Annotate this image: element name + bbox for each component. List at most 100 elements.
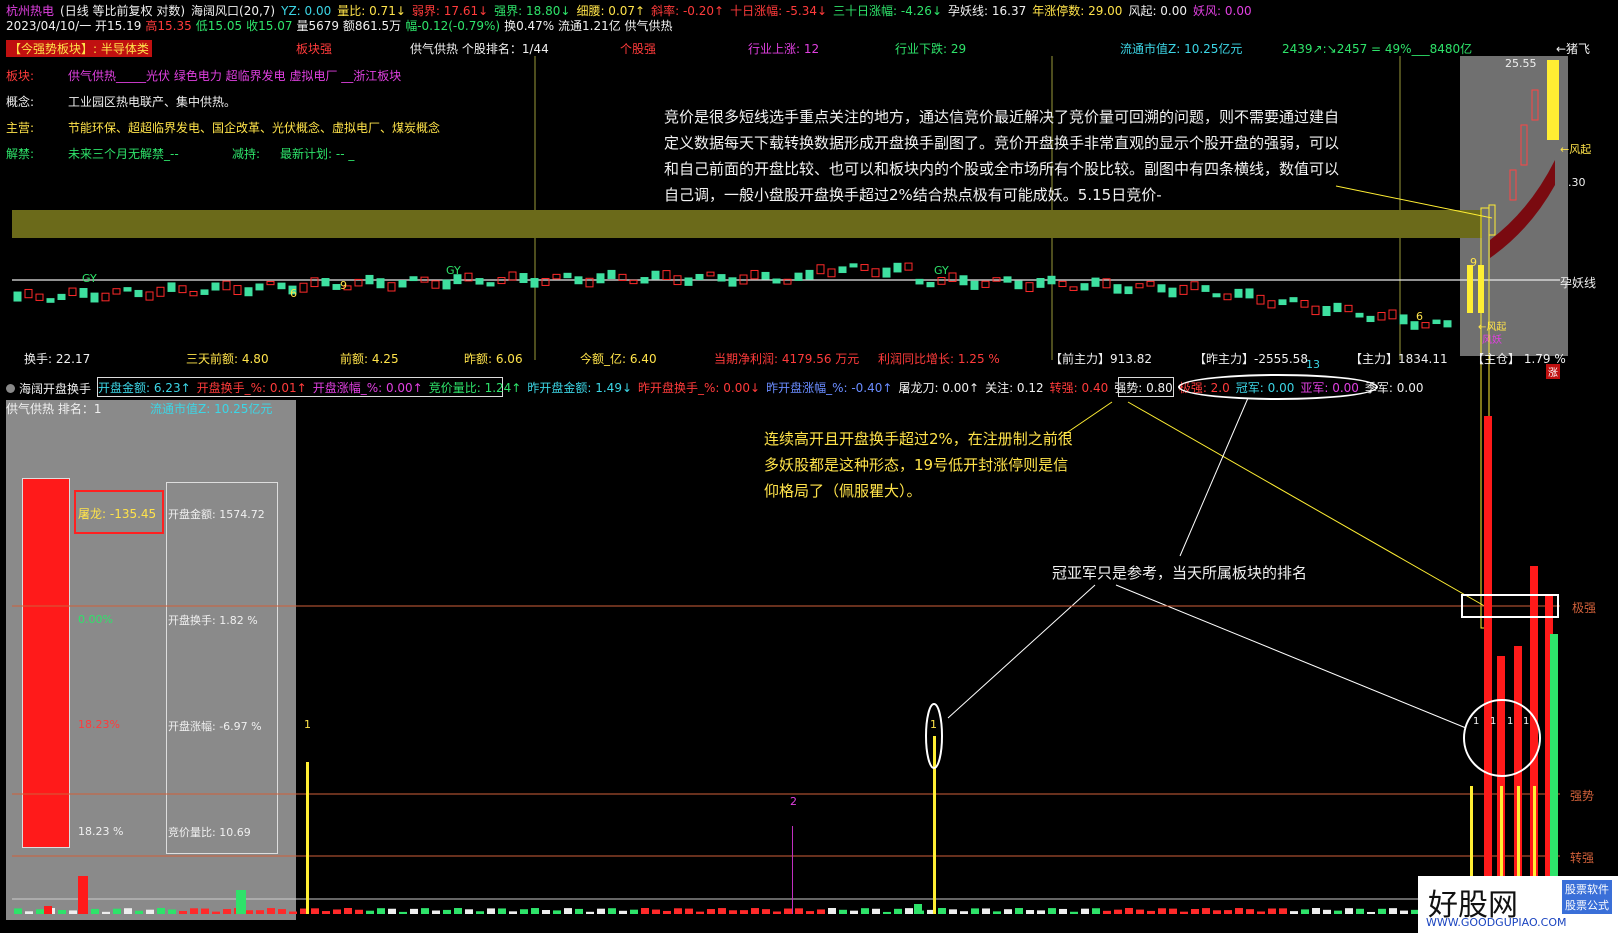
site-logo[interactable]: 好股网 股票软件 股票公式 WWW.GOODGUPIAO.COM	[1418, 876, 1618, 933]
sub-bar	[674, 908, 682, 914]
sub-mark: 1	[1473, 716, 1480, 727]
sub-bar	[652, 909, 660, 914]
sub-bar	[641, 908, 649, 914]
sub-bar	[1026, 910, 1034, 914]
sub-bar	[872, 908, 880, 914]
sub-bar	[245, 910, 253, 914]
sub-bar	[1378, 908, 1386, 914]
spike-bar	[1484, 416, 1492, 914]
sub-bar	[696, 911, 704, 914]
sub-bar	[938, 908, 946, 914]
sub-bar	[1070, 911, 1078, 914]
sub-bar	[718, 908, 726, 914]
sub-bar	[168, 909, 176, 914]
sub-header-item: 开盘涨幅_%: 0.00↑	[312, 381, 423, 395]
circle-icon	[6, 384, 15, 393]
sub-bar	[410, 908, 418, 914]
sub-bar	[355, 909, 363, 914]
sub-bar	[1136, 909, 1144, 914]
sub-bar	[850, 910, 858, 914]
sub-bar	[1202, 908, 1210, 914]
sub-bar	[1323, 909, 1331, 914]
sub-bar	[236, 890, 246, 914]
sub-bar	[960, 911, 968, 914]
sub-bar	[113, 908, 121, 914]
stat-item: 三天前额: 4.80	[186, 352, 269, 366]
sub-bar	[311, 908, 319, 914]
sub-bar	[14, 908, 22, 914]
sub-bar	[1279, 908, 1287, 914]
sub-bar	[1389, 908, 1397, 914]
sub-bar	[333, 909, 341, 914]
sub-bar	[828, 908, 836, 914]
sub-bar	[1125, 908, 1133, 914]
sub-bar	[1345, 908, 1353, 914]
sub-bar	[1235, 908, 1243, 914]
sub-bar	[630, 909, 638, 914]
sub-bar	[707, 909, 715, 914]
spike-bar	[792, 826, 793, 914]
sub-header-item: 开盘金额: 6.23↑	[98, 381, 191, 395]
stat-item: 利润同比增长: 1.25 %	[878, 352, 1000, 366]
sub-bar	[1268, 908, 1276, 914]
sub-bar	[487, 908, 495, 914]
sub-bar	[432, 910, 440, 914]
sub-bar	[729, 910, 737, 914]
sub-mark: 1	[930, 718, 937, 731]
sub-bar	[685, 908, 693, 914]
sub-bar	[542, 910, 550, 914]
sub-bar	[289, 911, 297, 914]
sub-bar	[839, 909, 847, 914]
sub-bar	[1334, 910, 1342, 914]
annotation-ranking: 冠亚军只是参考，当天所属板块的排名	[1052, 564, 1308, 582]
sub-bar	[179, 910, 187, 914]
sub-bar	[146, 909, 154, 914]
sub-bar	[212, 911, 220, 914]
annotation-pattern: 连续高开且开盘换手超过2%，在注册制之前很多妖股都是这种形态，19号低开封涨停则…	[764, 430, 1073, 500]
sub-bar	[1301, 909, 1309, 914]
sub-bar	[388, 908, 396, 914]
stat-item: 【主力】1834.11	[1350, 352, 1448, 366]
sub-bar	[223, 909, 231, 914]
sub-bar	[795, 908, 803, 914]
sub-bar	[1092, 908, 1100, 914]
stat-item: 当期净利润: 4179.56 万元	[714, 352, 860, 366]
turn-label: 转强	[1570, 851, 1595, 865]
sub-bar	[619, 910, 627, 914]
sub-title-text: 海阔开盘换手	[19, 382, 92, 396]
sub-chart-title[interactable]: 海阔开盘换手	[6, 380, 91, 397]
sub-bar	[751, 908, 759, 914]
sub-bar	[914, 904, 922, 914]
extreme-label: 极强	[1572, 601, 1597, 615]
sub-bar	[476, 911, 484, 914]
sub-bar	[1059, 908, 1067, 914]
sub-bar	[1081, 908, 1089, 914]
sub-bar	[1169, 908, 1177, 914]
sub-bar	[1312, 908, 1320, 914]
sub-bar	[1048, 908, 1056, 914]
logo-tag-formula: 股票公式	[1562, 896, 1612, 914]
sub-header-item: 开盘换手_%: 0.01↑	[196, 381, 307, 395]
sub-mark: 1	[1490, 716, 1497, 727]
sub-bar	[44, 906, 52, 914]
sub-bar	[993, 911, 1001, 914]
sub-bar	[883, 911, 891, 914]
sub-bar	[58, 909, 66, 914]
sub-bar	[78, 876, 88, 914]
sub-bar	[201, 908, 209, 914]
sub-bar	[1015, 908, 1023, 914]
sub-bar	[586, 911, 594, 914]
spike-bar	[306, 762, 309, 914]
sub-bar	[190, 908, 198, 914]
sub-bar	[1290, 911, 1298, 914]
sub-bar	[509, 911, 517, 914]
sub-header-item: 屠龙刀: 0.00↑	[898, 381, 980, 395]
sub-bar	[663, 910, 671, 914]
stat-item: 前额: 4.25	[340, 352, 399, 366]
sub-bar	[91, 908, 99, 914]
sub-mark: 1	[1507, 716, 1514, 727]
sub-header-item: 竞价量比: 1.24↑	[428, 381, 522, 395]
sub-bar	[1191, 909, 1199, 914]
sub-header-item: 关注: 0.12	[985, 381, 1044, 395]
stat-item: 换手: 22.17	[24, 352, 91, 366]
